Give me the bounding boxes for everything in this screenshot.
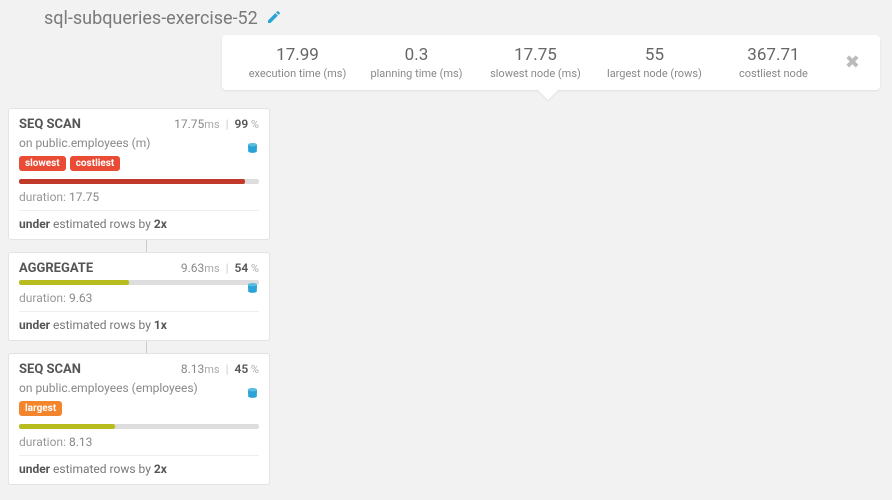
row-estimate-line: under estimated rows by 2x	[19, 217, 259, 231]
stats-bar-wrap: 17.99 execution time (ms) 0.3 planning t…	[0, 35, 892, 90]
node-header: AGGREGATE 9.63ms | 54 %	[19, 261, 259, 276]
database-icon[interactable]	[246, 281, 259, 300]
node-type: SEQ SCAN	[19, 117, 81, 132]
node-type: AGGREGATE	[19, 261, 93, 276]
node-header: SEQ SCAN 8.13ms | 45 %	[19, 362, 259, 377]
row-estimate-line: under estimated rows by 2x	[19, 462, 259, 476]
stat-label: largest node (rows)	[595, 67, 714, 80]
node-header: SEQ SCAN 17.75ms | 99 %	[19, 117, 259, 132]
stats-pointer-icon	[538, 90, 558, 100]
duration-bar	[19, 280, 259, 285]
node-tag: costliest	[70, 156, 121, 171]
stat-value: 367.71	[714, 45, 833, 65]
duration-line: duration: 9.63	[19, 291, 259, 312]
stat-value: 17.75	[476, 45, 595, 65]
node-tag: slowest	[19, 156, 66, 171]
node-tag: largest	[19, 401, 62, 416]
duration-bar	[19, 424, 259, 429]
stat-execution-time: 17.99 execution time (ms)	[238, 45, 357, 80]
node-tags: largest	[19, 401, 259, 416]
stat-label: execution time (ms)	[238, 67, 357, 80]
database-icon[interactable]	[246, 386, 259, 405]
stat-value: 0.3	[357, 45, 476, 65]
node-metrics: 9.63ms | 54 %	[181, 261, 259, 275]
page-title: sql-subqueries-exercise-52	[44, 8, 258, 29]
database-icon[interactable]	[246, 141, 259, 160]
stat-label: costliest node	[714, 67, 833, 80]
plan-nodes: SEQ SCAN 17.75ms | 99 % on public.employ…	[0, 90, 892, 485]
duration-bar-fill	[19, 179, 245, 184]
node-tags: slowest costliest	[19, 156, 259, 171]
stat-label: planning time (ms)	[357, 67, 476, 80]
node-metrics: 8.13ms | 45 %	[181, 362, 259, 376]
stats-bar: 17.99 execution time (ms) 0.3 planning t…	[222, 35, 880, 90]
node-type: SEQ SCAN	[19, 362, 81, 377]
duration-bar-fill	[19, 424, 115, 429]
plan-node-card[interactable]: AGGREGATE 9.63ms | 54 % duration: 9.63 u…	[8, 252, 270, 341]
stat-costliest-node: 367.71 costliest node	[714, 45, 833, 80]
duration-bar	[19, 179, 259, 184]
stat-slowest-node: 17.75 slowest node (ms)	[476, 45, 595, 80]
stat-largest-node: 55 largest node (rows)	[595, 45, 714, 80]
node-connector	[146, 341, 147, 353]
edit-icon[interactable]	[266, 9, 282, 29]
row-estimate-line: under estimated rows by 1x	[19, 318, 259, 332]
stat-planning-time: 0.3 planning time (ms)	[357, 45, 476, 80]
node-connector	[146, 240, 147, 252]
node-metrics: 17.75ms | 99 %	[174, 117, 259, 131]
node-subtitle: on public.employees (employees)	[19, 381, 259, 395]
stat-value: 17.99	[238, 45, 357, 65]
duration-line: duration: 8.13	[19, 435, 259, 456]
plan-node-card[interactable]: SEQ SCAN 17.75ms | 99 % on public.employ…	[8, 108, 270, 240]
duration-line: duration: 17.75	[19, 190, 259, 211]
duration-bar-fill	[19, 280, 129, 285]
close-icon[interactable]: ✖	[841, 52, 864, 73]
title-row: sql-subqueries-exercise-52	[0, 0, 892, 35]
plan-node-card[interactable]: SEQ SCAN 8.13ms | 45 % on public.employe…	[8, 353, 270, 485]
node-subtitle: on public.employees (m)	[19, 136, 259, 150]
stat-label: slowest node (ms)	[476, 67, 595, 80]
stat-value: 55	[595, 45, 714, 65]
